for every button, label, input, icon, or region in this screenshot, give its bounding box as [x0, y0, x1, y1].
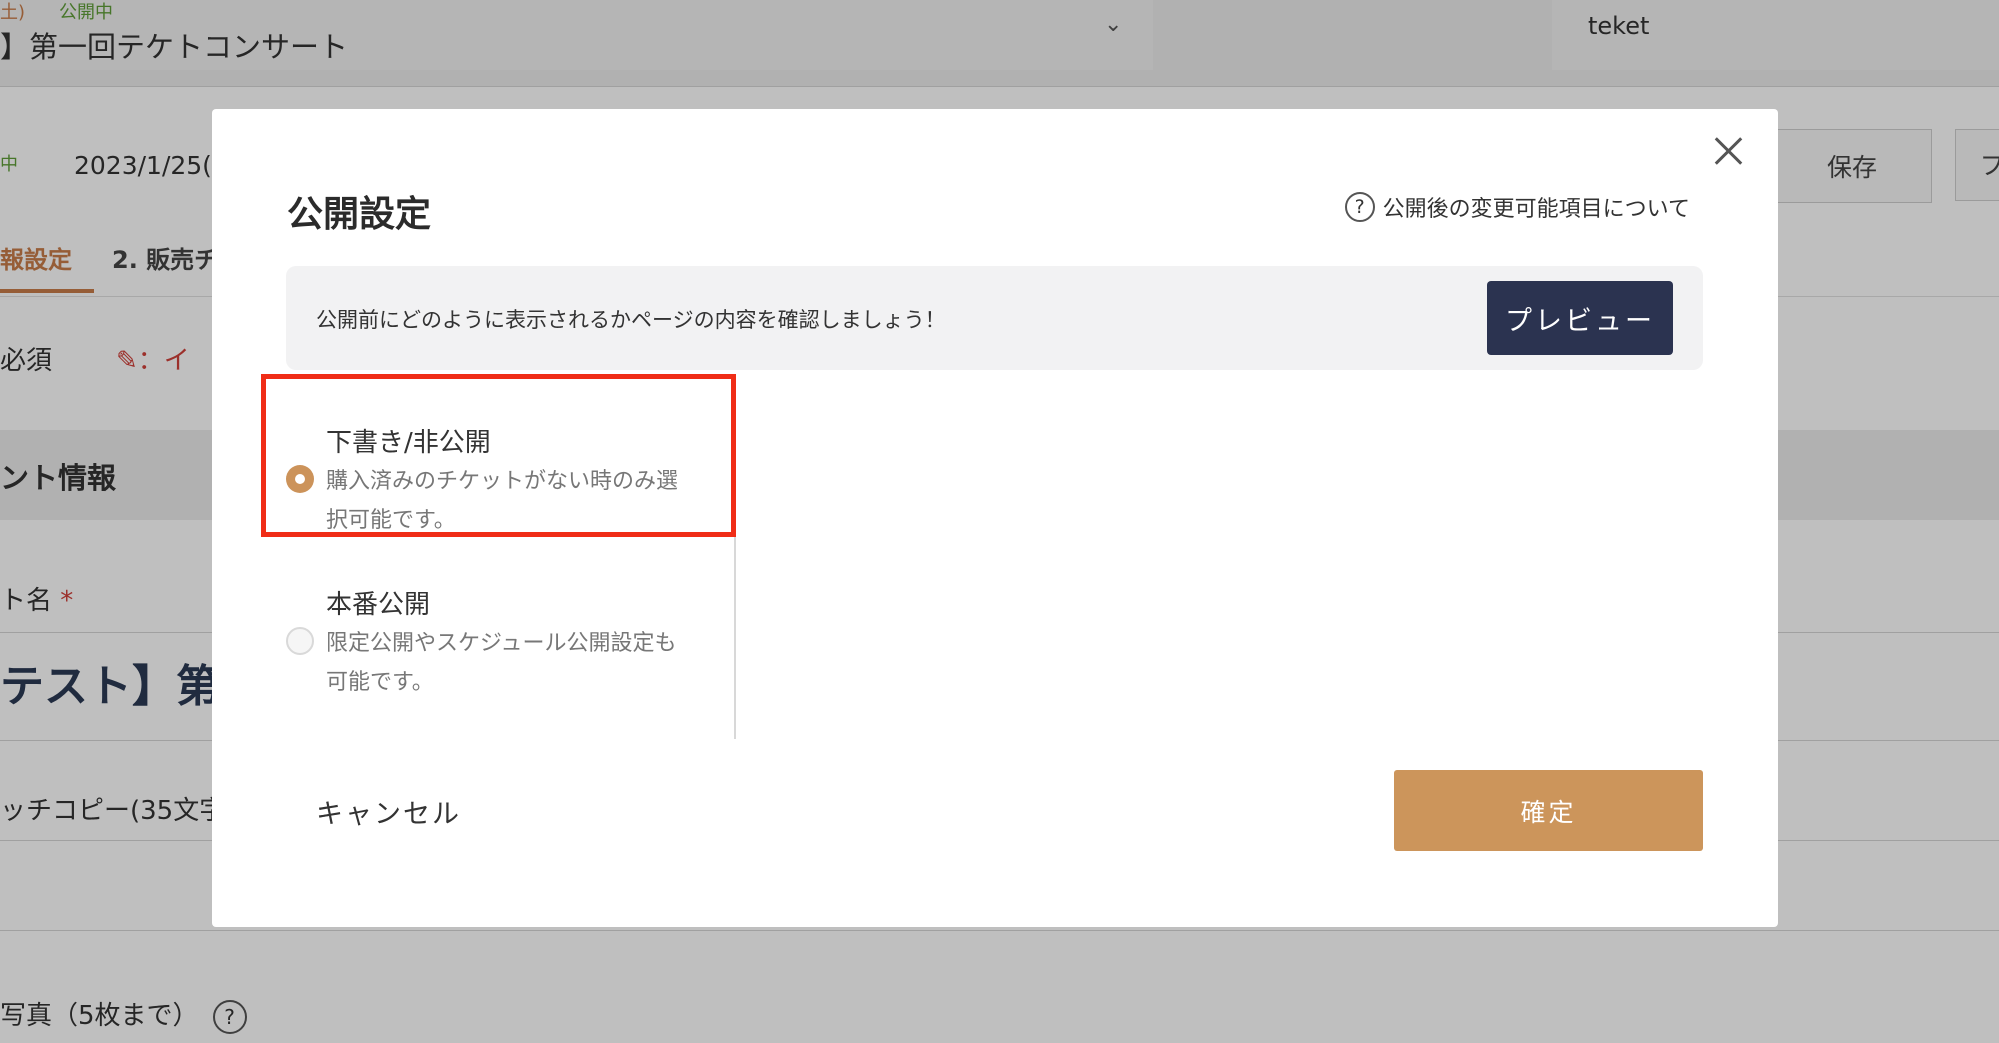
help-link-text: 公開後の変更可能項目について	[1382, 197, 1690, 222]
help-link[interactable]: ? 公開後の変更可能項目について	[1344, 191, 1690, 223]
option-title: 本番公開	[326, 590, 431, 620]
option-description: 限定公開やスケジュール公開設定も可能です。	[326, 631, 677, 695]
preview-text: 公開前にどのように表示されるかページの内容を確認しましょう！	[316, 308, 946, 332]
preview-button[interactable]: プレビュー	[1487, 281, 1673, 355]
close-icon[interactable]	[1708, 131, 1748, 171]
publish-settings-modal: 公開設定 ? 公開後の変更可能項目について 公開前にどのように表示されるかページ…	[212, 109, 1778, 927]
modal-title: 公開設定	[287, 194, 432, 235]
radio-unchecked[interactable]	[286, 627, 314, 655]
confirm-button[interactable]: 確定	[1394, 770, 1703, 851]
cancel-button[interactable]: キャンセル	[316, 792, 461, 831]
question-circle-icon: ?	[1344, 192, 1375, 222]
highlight-box	[261, 374, 736, 537]
preview-banner: 公開前にどのように表示されるかページの内容を確認しましょう！ プレビュー	[286, 266, 1703, 370]
